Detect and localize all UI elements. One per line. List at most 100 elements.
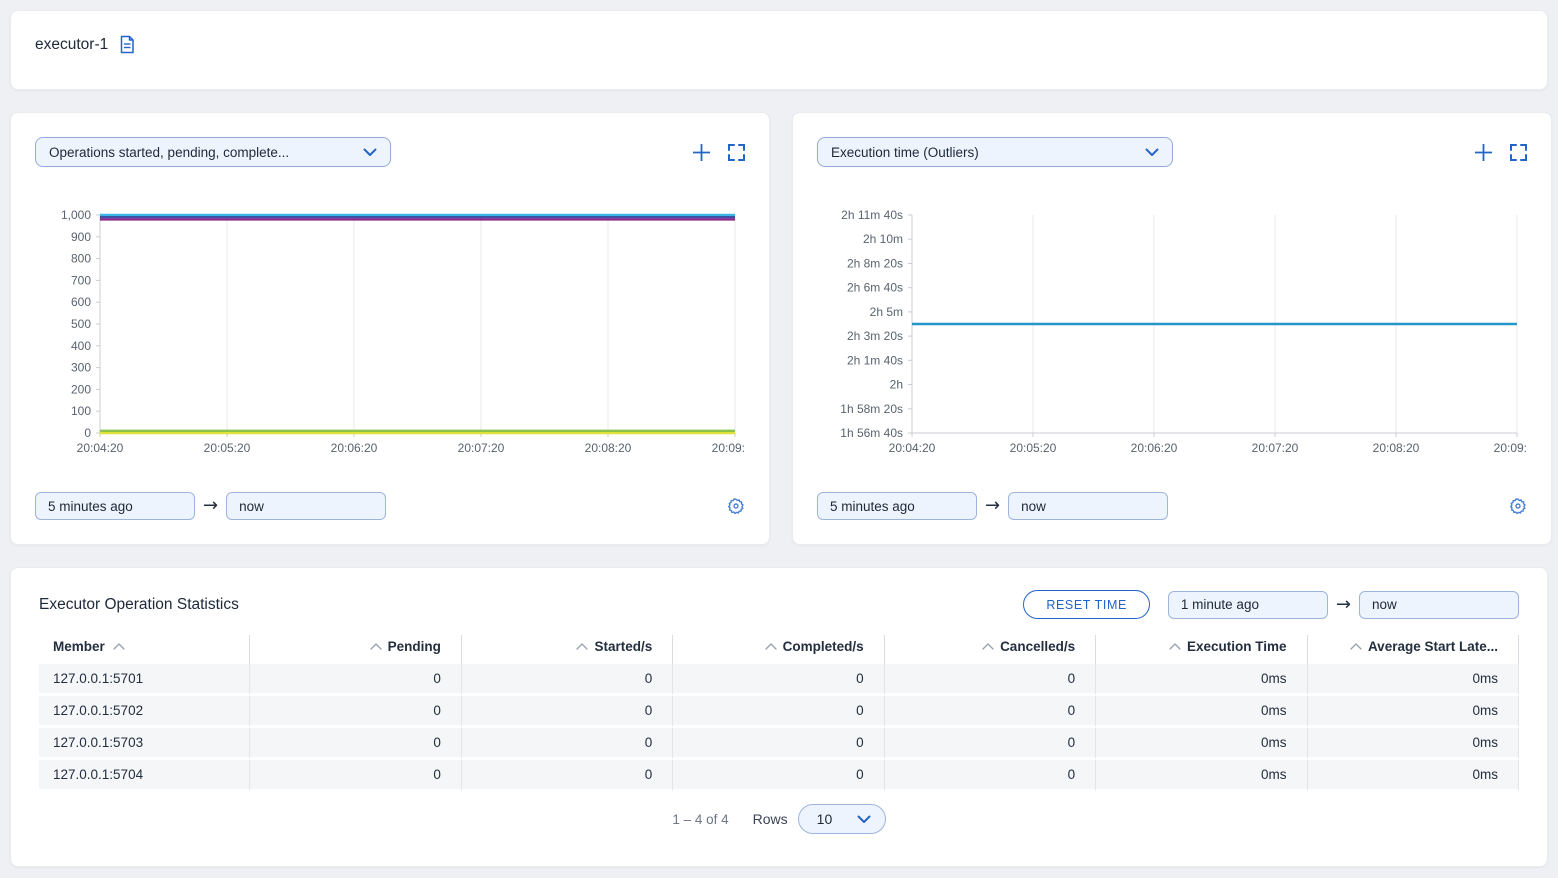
execution-time-controls: → (817, 492, 1527, 520)
y-tick-label: 100 (71, 404, 91, 418)
page-range-text: 1 – 4 of 4 (672, 812, 728, 827)
reset-time-button[interactable]: RESET TIME (1023, 590, 1150, 619)
y-tick-label: 2h 11m 40s (841, 208, 903, 222)
chart-settings-gear-icon[interactable] (1509, 497, 1527, 515)
y-tick-label: 400 (71, 339, 91, 353)
table-cell: 0ms (1308, 664, 1519, 696)
arrow-right-icon: → (1336, 596, 1351, 614)
executor-header-card: executor-1 (10, 10, 1548, 90)
y-tick-label: 0 (84, 426, 91, 440)
add-chart-icon[interactable] (1474, 143, 1493, 162)
arrow-right-icon: → (203, 497, 218, 515)
x-tick-label: 20:08:20 (585, 441, 632, 455)
x-tick-label: 20:06:20 (1131, 441, 1178, 455)
metric-select-execution-time[interactable]: Execution time (Outliers) (817, 137, 1173, 167)
column-header-pending[interactable]: Pending (250, 635, 461, 664)
column-header-started-s[interactable]: Started/s (462, 635, 673, 664)
y-tick-label: 2h 10m (863, 232, 903, 246)
table-row[interactable]: 127.0.0.1:570200000ms0ms (39, 696, 1519, 728)
executor-title-row: executor-1 (35, 35, 136, 54)
cell-member: 127.0.0.1:5701 (39, 664, 250, 696)
metric-select-label: Execution time (Outliers) (831, 145, 979, 160)
table-body: 127.0.0.1:570100000ms0ms127.0.0.1:570200… (39, 664, 1519, 792)
y-tick-label: 1,000 (61, 208, 91, 222)
column-header-average-start-late[interactable]: Average Start Late... (1308, 635, 1519, 664)
time-from-input[interactable] (35, 492, 195, 520)
cell-member: 127.0.0.1:5703 (39, 728, 250, 760)
x-tick-label: 20:09:20 (1494, 441, 1527, 455)
operations-chart-panel: Operations started, pending, complete... (10, 112, 770, 545)
charts-row: Operations started, pending, complete... (10, 112, 1548, 545)
y-tick-label: 2h 3m 20s (847, 329, 903, 343)
table-cell: 0 (462, 728, 673, 760)
y-tick-label: 1h 58m 20s (840, 402, 903, 416)
stats-time-to-input[interactable] (1359, 591, 1519, 619)
time-to-input[interactable] (1008, 492, 1168, 520)
pagination-row: 1 – 4 of 4 Rows 10 (39, 804, 1519, 834)
y-tick-label: 2h 6m 40s (847, 281, 903, 295)
column-header-member[interactable]: Member (39, 635, 250, 664)
stats-time-from-input[interactable] (1168, 591, 1328, 619)
table-cell: 0ms (1096, 696, 1307, 728)
page-title: executor-1 (35, 36, 108, 54)
metric-select-label: Operations started, pending, complete... (49, 145, 289, 160)
table-cell: 0ms (1096, 728, 1307, 760)
y-tick-label: 500 (71, 317, 91, 331)
y-tick-label: 2h 1m 40s (847, 353, 903, 367)
table-cell: 0 (885, 760, 1096, 792)
table-cell: 0ms (1308, 760, 1519, 792)
document-icon[interactable] (118, 35, 136, 54)
x-tick-label: 20:08:20 (1373, 441, 1420, 455)
add-chart-icon[interactable] (692, 143, 711, 162)
fullscreen-icon[interactable] (728, 144, 745, 161)
statistics-time-controls: RESET TIME → (1023, 590, 1519, 619)
time-to-input[interactable] (226, 492, 386, 520)
table-cell: 0ms (1096, 760, 1307, 792)
cell-member: 127.0.0.1:5704 (39, 760, 250, 792)
chevron-down-icon (857, 815, 871, 824)
table-row[interactable]: 127.0.0.1:570300000ms0ms (39, 728, 1519, 760)
table-cell: 0 (462, 664, 673, 696)
rows-per-page-select[interactable]: 10 (798, 804, 886, 834)
table-cell: 0 (250, 728, 461, 760)
table-cell: 0 (462, 760, 673, 792)
table-row[interactable]: 127.0.0.1:570400000ms0ms (39, 760, 1519, 792)
fullscreen-icon[interactable] (1510, 144, 1527, 161)
table-cell: 0 (673, 760, 884, 792)
chart-svg: 20:04:2020:05:2020:06:2020:07:2020:08:20… (817, 207, 1527, 459)
operations-chart-actions (692, 143, 745, 162)
table-head: MemberPendingStarted/sCompleted/sCancell… (39, 635, 1519, 664)
operations-chart: 20:04:2020:05:2020:06:2020:07:2020:08:20… (35, 207, 745, 464)
column-header-completed-s[interactable]: Completed/s (673, 635, 884, 664)
table-cell: 0 (673, 696, 884, 728)
time-from-input[interactable] (817, 492, 977, 520)
table-row[interactable]: 127.0.0.1:570100000ms0ms (39, 664, 1519, 696)
executor-statistics-table: MemberPendingStarted/sCompleted/sCancell… (39, 635, 1519, 792)
metric-select-operations[interactable]: Operations started, pending, complete... (35, 137, 391, 167)
execution-time-chart: 20:04:2020:05:2020:06:2020:07:2020:08:20… (817, 207, 1527, 464)
y-tick-label: 300 (71, 361, 91, 375)
chevron-down-icon (363, 148, 377, 157)
operations-time-controls: → (35, 492, 745, 520)
column-header-cancelled-s[interactable]: Cancelled/s (885, 635, 1096, 664)
y-tick-label: 700 (71, 273, 91, 287)
y-tick-label: 800 (71, 252, 91, 266)
x-tick-label: 20:04:20 (77, 441, 124, 455)
x-tick-label: 20:05:20 (204, 441, 251, 455)
operations-selector-row: Operations started, pending, complete... (35, 137, 745, 167)
cell-member: 127.0.0.1:5702 (39, 696, 250, 728)
chart-settings-gear-icon[interactable] (727, 497, 745, 515)
rows-per-page-label: Rows (753, 811, 788, 827)
table-cell: 0ms (1308, 728, 1519, 760)
table-cell: 0 (250, 760, 461, 792)
table-cell: 0ms (1096, 664, 1307, 696)
y-tick-label: 600 (71, 295, 91, 309)
y-tick-label: 2h 5m (870, 305, 903, 319)
executor-statistics-card: Executor Operation Statistics RESET TIME… (10, 567, 1548, 867)
column-header-execution-time[interactable]: Execution Time (1096, 635, 1307, 664)
x-tick-label: 20:07:20 (1252, 441, 1299, 455)
table-cell: 0 (462, 696, 673, 728)
chevron-down-icon (1145, 148, 1159, 157)
y-tick-label: 200 (71, 382, 91, 396)
chart-svg: 20:04:2020:05:2020:06:2020:07:2020:08:20… (35, 207, 745, 459)
